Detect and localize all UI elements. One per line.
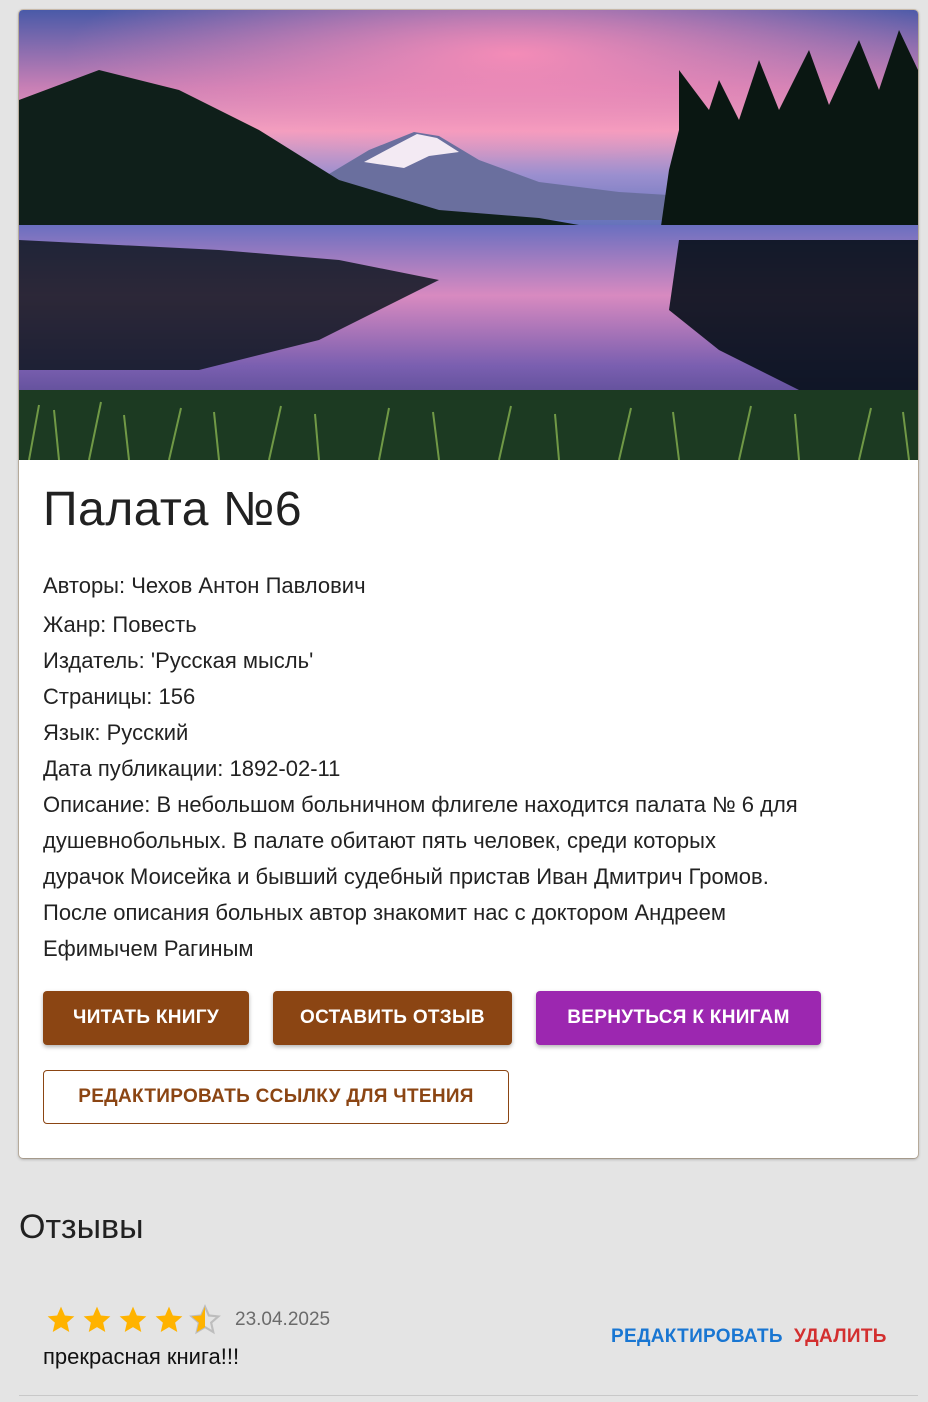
leave-review-button[interactable]: ОСТАВИТЬ ОТЗЫВ bbox=[273, 991, 512, 1045]
edit-review-button[interactable]: РЕДАКТИРОВАТЬ bbox=[611, 1326, 783, 1348]
book-language: Язык: Русский bbox=[43, 720, 189, 745]
book-publication-date: Дата публикации: 1892-02-11 bbox=[43, 756, 341, 781]
star-icon bbox=[47, 1306, 75, 1332]
review-item: 23.04.2025 прекрасная книга!!! РЕДАКТИРО… bbox=[19, 1290, 918, 1396]
book-description-line: дурачок Моисейка и бывший судебный прист… bbox=[43, 864, 769, 889]
book-description-line: Описание: В небольшом больничном флигеле… bbox=[43, 792, 798, 817]
book-publisher: Издатель: 'Русская мысль' bbox=[43, 648, 314, 673]
book-authors: Авторы: Чехов Антон Павлович bbox=[43, 573, 366, 598]
star-icon bbox=[119, 1306, 147, 1332]
delete-review-button[interactable]: УДАЛИТЬ bbox=[794, 1326, 887, 1348]
book-details: Авторы: Чехов Антон Павлович Жанр: Повес… bbox=[43, 568, 903, 967]
book-description-line: После описания больных автор знакомит на… bbox=[43, 900, 726, 925]
star-icon bbox=[83, 1306, 111, 1332]
book-description-line: душевнобольных. В палате обитают пять че… bbox=[43, 828, 716, 853]
book-pages: Страницы: 156 bbox=[43, 684, 196, 709]
read-book-button[interactable]: ЧИТАТЬ КНИГУ bbox=[43, 991, 249, 1045]
book-card: Палата №6 Авторы: Чехов Антон Павлович Ж… bbox=[19, 10, 918, 1158]
book-genre: Жанр: Повесть bbox=[43, 612, 197, 637]
edit-reading-link-button[interactable]: РЕДАКТИРОВАТЬ ССЫЛКУ ДЛЯ ЧТЕНИЯ bbox=[43, 1070, 509, 1124]
review-date: 23.04.2025 bbox=[235, 1309, 331, 1330]
star-icon bbox=[155, 1306, 183, 1332]
book-cover-image bbox=[19, 10, 918, 460]
review-text: прекрасная книга!!! bbox=[43, 1344, 240, 1369]
back-to-books-button[interactable]: ВЕРНУТЬСЯ К КНИГАМ bbox=[536, 991, 821, 1045]
review-rating bbox=[45, 1304, 225, 1336]
book-description-line: Ефимычем Рагиным bbox=[43, 936, 254, 961]
book-title: Палата №6 bbox=[43, 483, 303, 536]
reviews-heading: Отзывы bbox=[19, 1208, 144, 1246]
star-half-icon bbox=[189, 1304, 221, 1335]
